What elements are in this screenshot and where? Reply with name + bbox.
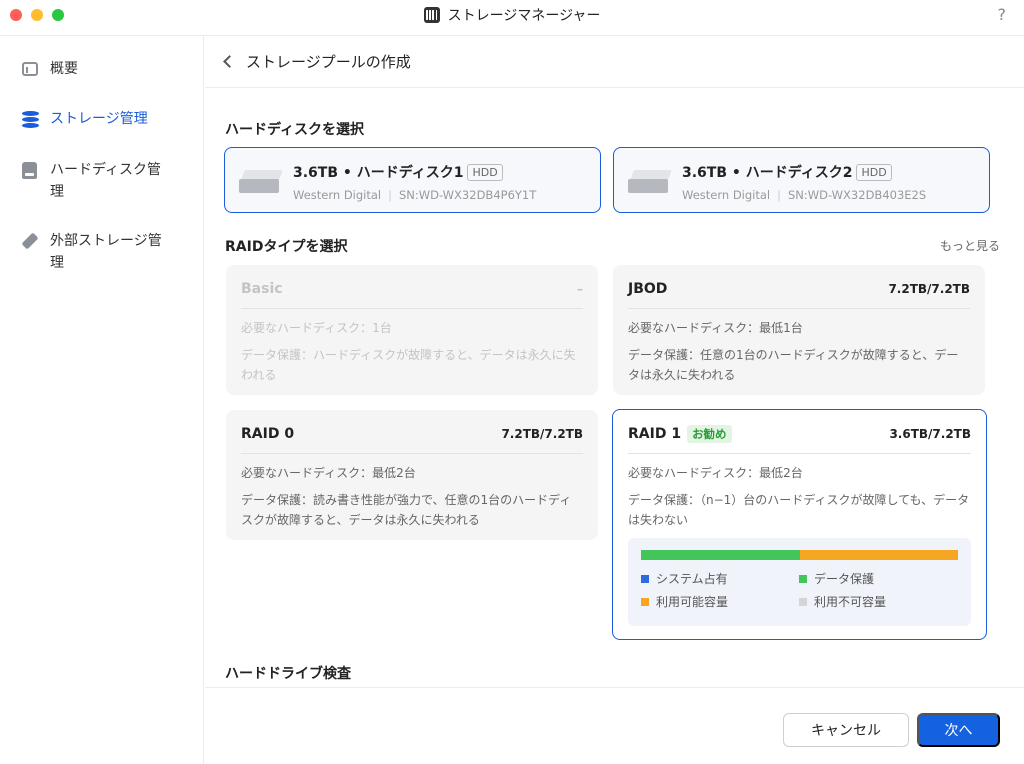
raid-card-raid1[interactable]: RAID 1 お勧め 3.6TB/7.2TB 必要なハードディスク：最低2台 デ… [612, 409, 987, 640]
hard-disk-icon [22, 159, 40, 181]
legend-swatch [641, 597, 649, 606]
raid-card-raid0[interactable]: RAID 0 7.2TB/7.2TB 必要なハードディスク：最低2台 データ保護… [226, 410, 598, 540]
back-chevron-icon[interactable] [223, 55, 236, 68]
page-title: ストレージプールの作成 [246, 53, 411, 71]
overview-icon [22, 58, 40, 80]
raid-capacity: 7.2TB/7.2TB [501, 427, 583, 441]
disk-type-tag: HDD [467, 163, 503, 181]
legend-available: 利用可能容量 [641, 593, 728, 610]
footer: キャンセル 次へ [205, 687, 1024, 764]
raid-protection: データ保護：（n−1）台のハードディスクが故障しても、データは失わない [628, 493, 970, 527]
raid-required-disks: 必要なハードディスク：最低2台 [628, 466, 803, 480]
disk-name: 3.6TB • ハードディスク1 HDD [293, 162, 503, 182]
divider [628, 308, 970, 309]
legend-unavailable: 利用不可容量 [799, 593, 886, 610]
raid-protection: データ保護：任意の1台のハードディスクが故障すると、データは永久に失われる [628, 348, 959, 382]
app-title-text: ストレージマネージャー [447, 8, 601, 24]
disk-type-tag: HDD [856, 163, 892, 181]
more-link[interactable]: もっと見る [940, 237, 1000, 254]
sidebar-item-label: 概要 [50, 61, 78, 77]
app-title: ストレージマネージャー [0, 0, 1024, 30]
disk-card-1[interactable]: 3.6TB • ハードディスク1 HDD Western Digital | SN:… [224, 147, 601, 213]
title-bar: ストレージマネージャー ? [0, 0, 1024, 36]
legend-protection: データ保護 [799, 570, 874, 587]
legend-swatch [641, 574, 649, 583]
raid-capacity: – [577, 282, 583, 296]
raid-required-disks: 必要なハードディスク：最低1台 [628, 321, 803, 335]
disk-vendor: Western Digital [293, 188, 382, 202]
disk-serial: SN:WD-WX32DB403E2S [788, 188, 927, 202]
raid-card-header: RAID 0 7.2TB/7.2TB [241, 424, 583, 444]
disk-name: 3.6TB • ハードディスク2 HDD [682, 162, 892, 182]
raid-card-header: JBOD 7.2TB/7.2TB [628, 279, 970, 299]
main-content[interactable]: ハードディスクを選択 3.6TB • ハードディスク1 HDD Western … [205, 89, 1024, 687]
raid-capacity: 3.6TB/7.2TB [889, 427, 971, 441]
hard-drive-icon [628, 170, 672, 193]
legend-label: システム占有 [656, 572, 728, 586]
legend-label: データ保護 [814, 572, 875, 586]
raid-name-text: RAID 1 [628, 426, 682, 442]
recommended-badge: お勧め [687, 425, 732, 443]
external-storage-icon [21, 230, 40, 252]
database-icon [22, 108, 40, 130]
disk-vendor: Western Digital [682, 188, 771, 202]
sidebar-item-external-storage-management[interactable]: 外部ストレージ管理 [21, 230, 192, 274]
raid-name: RAID 0 [241, 426, 295, 442]
legend-label: 利用不可容量 [814, 595, 887, 609]
sidebar-item-label: ハードディスク管理 [50, 162, 162, 200]
legend-system: システム占有 [641, 570, 728, 587]
raid-protection: データ保護：ハードディスクが故障すると、データは永久に失われる [241, 348, 576, 382]
raid-card-header: Basic – [241, 279, 583, 299]
help-icon[interactable]: ? [998, 5, 1007, 24]
disk-details: Western Digital | SN:WD-WX32DB403E2S [682, 188, 926, 202]
raid-name: Basic [241, 281, 283, 297]
raid-required-disks: 必要なハードディスク：最低2台 [241, 466, 416, 480]
disk-card-2[interactable]: 3.6TB • ハードディスク2 HDD Western Digital | SN:… [613, 147, 990, 213]
legend-label: 利用可能容量 [656, 595, 729, 609]
disk-section-title: ハードディスクを選択 [225, 122, 365, 138]
raid-section-title: RAIDタイプを選択 [225, 239, 348, 255]
next-button[interactable]: 次へ [917, 713, 1000, 747]
disk-name-text: 3.6TB • ハードディスク2 [682, 165, 853, 181]
storage-manager-icon [423, 7, 440, 23]
divider [241, 453, 583, 454]
sidebar-item-label: 外部ストレージ管理 [50, 233, 162, 271]
raid-card-header: RAID 1 お勧め 3.6TB/7.2TB [628, 424, 971, 444]
separator: | [777, 188, 781, 202]
capacity-panel: システム占有 データ保護 利用可能容量 利用不可容量 [628, 538, 971, 626]
raid-required-disks: 必要なハードディスク：1台 [241, 321, 392, 335]
raid-card-basic: Basic – 必要なハードディスク：1台 データ保護：ハードディスクが故障する… [226, 265, 598, 395]
sidebar: 概要 ストレージ管理 ハードディスク管理 外部ストレージ管理 [0, 36, 204, 764]
capacity-bar-available [799, 550, 958, 560]
disk-serial: SN:WD-WX32DB4P6Y1T [399, 188, 537, 202]
legend-swatch [799, 597, 807, 606]
raid-name: RAID 1 お勧め [628, 425, 732, 443]
raid-capacity: 7.2TB/7.2TB [888, 282, 970, 296]
hard-drive-icon [239, 170, 283, 193]
separator: | [388, 188, 392, 202]
legend-swatch [799, 574, 807, 583]
page-header: ストレージプールの作成 [205, 36, 1024, 88]
capacity-bar-protection [641, 550, 800, 560]
cancel-button[interactable]: キャンセル [783, 713, 909, 747]
capacity-bar [641, 550, 958, 560]
raid-protection: データ保護：読み書き性能が強力で、任意の1台のハードディスクが故障すると、データ… [241, 493, 572, 527]
divider [628, 453, 971, 454]
sidebar-item-label: ストレージ管理 [50, 111, 148, 127]
sidebar-item-overview[interactable]: 概要 [22, 58, 192, 80]
divider [241, 308, 583, 309]
drive-check-section-title: ハードドライブ検査 [225, 666, 351, 682]
raid-card-jbod[interactable]: JBOD 7.2TB/7.2TB 必要なハードディスク：最低1台 データ保護：任… [613, 265, 985, 395]
sidebar-item-hard-disk-management[interactable]: ハードディスク管理 [22, 159, 192, 203]
sidebar-item-storage-management[interactable]: ストレージ管理 [22, 108, 192, 130]
raid-name: JBOD [628, 281, 668, 297]
disk-name-text: 3.6TB • ハードディスク1 [293, 165, 464, 181]
disk-details: Western Digital | SN:WD-WX32DB4P6Y1T [293, 188, 536, 202]
